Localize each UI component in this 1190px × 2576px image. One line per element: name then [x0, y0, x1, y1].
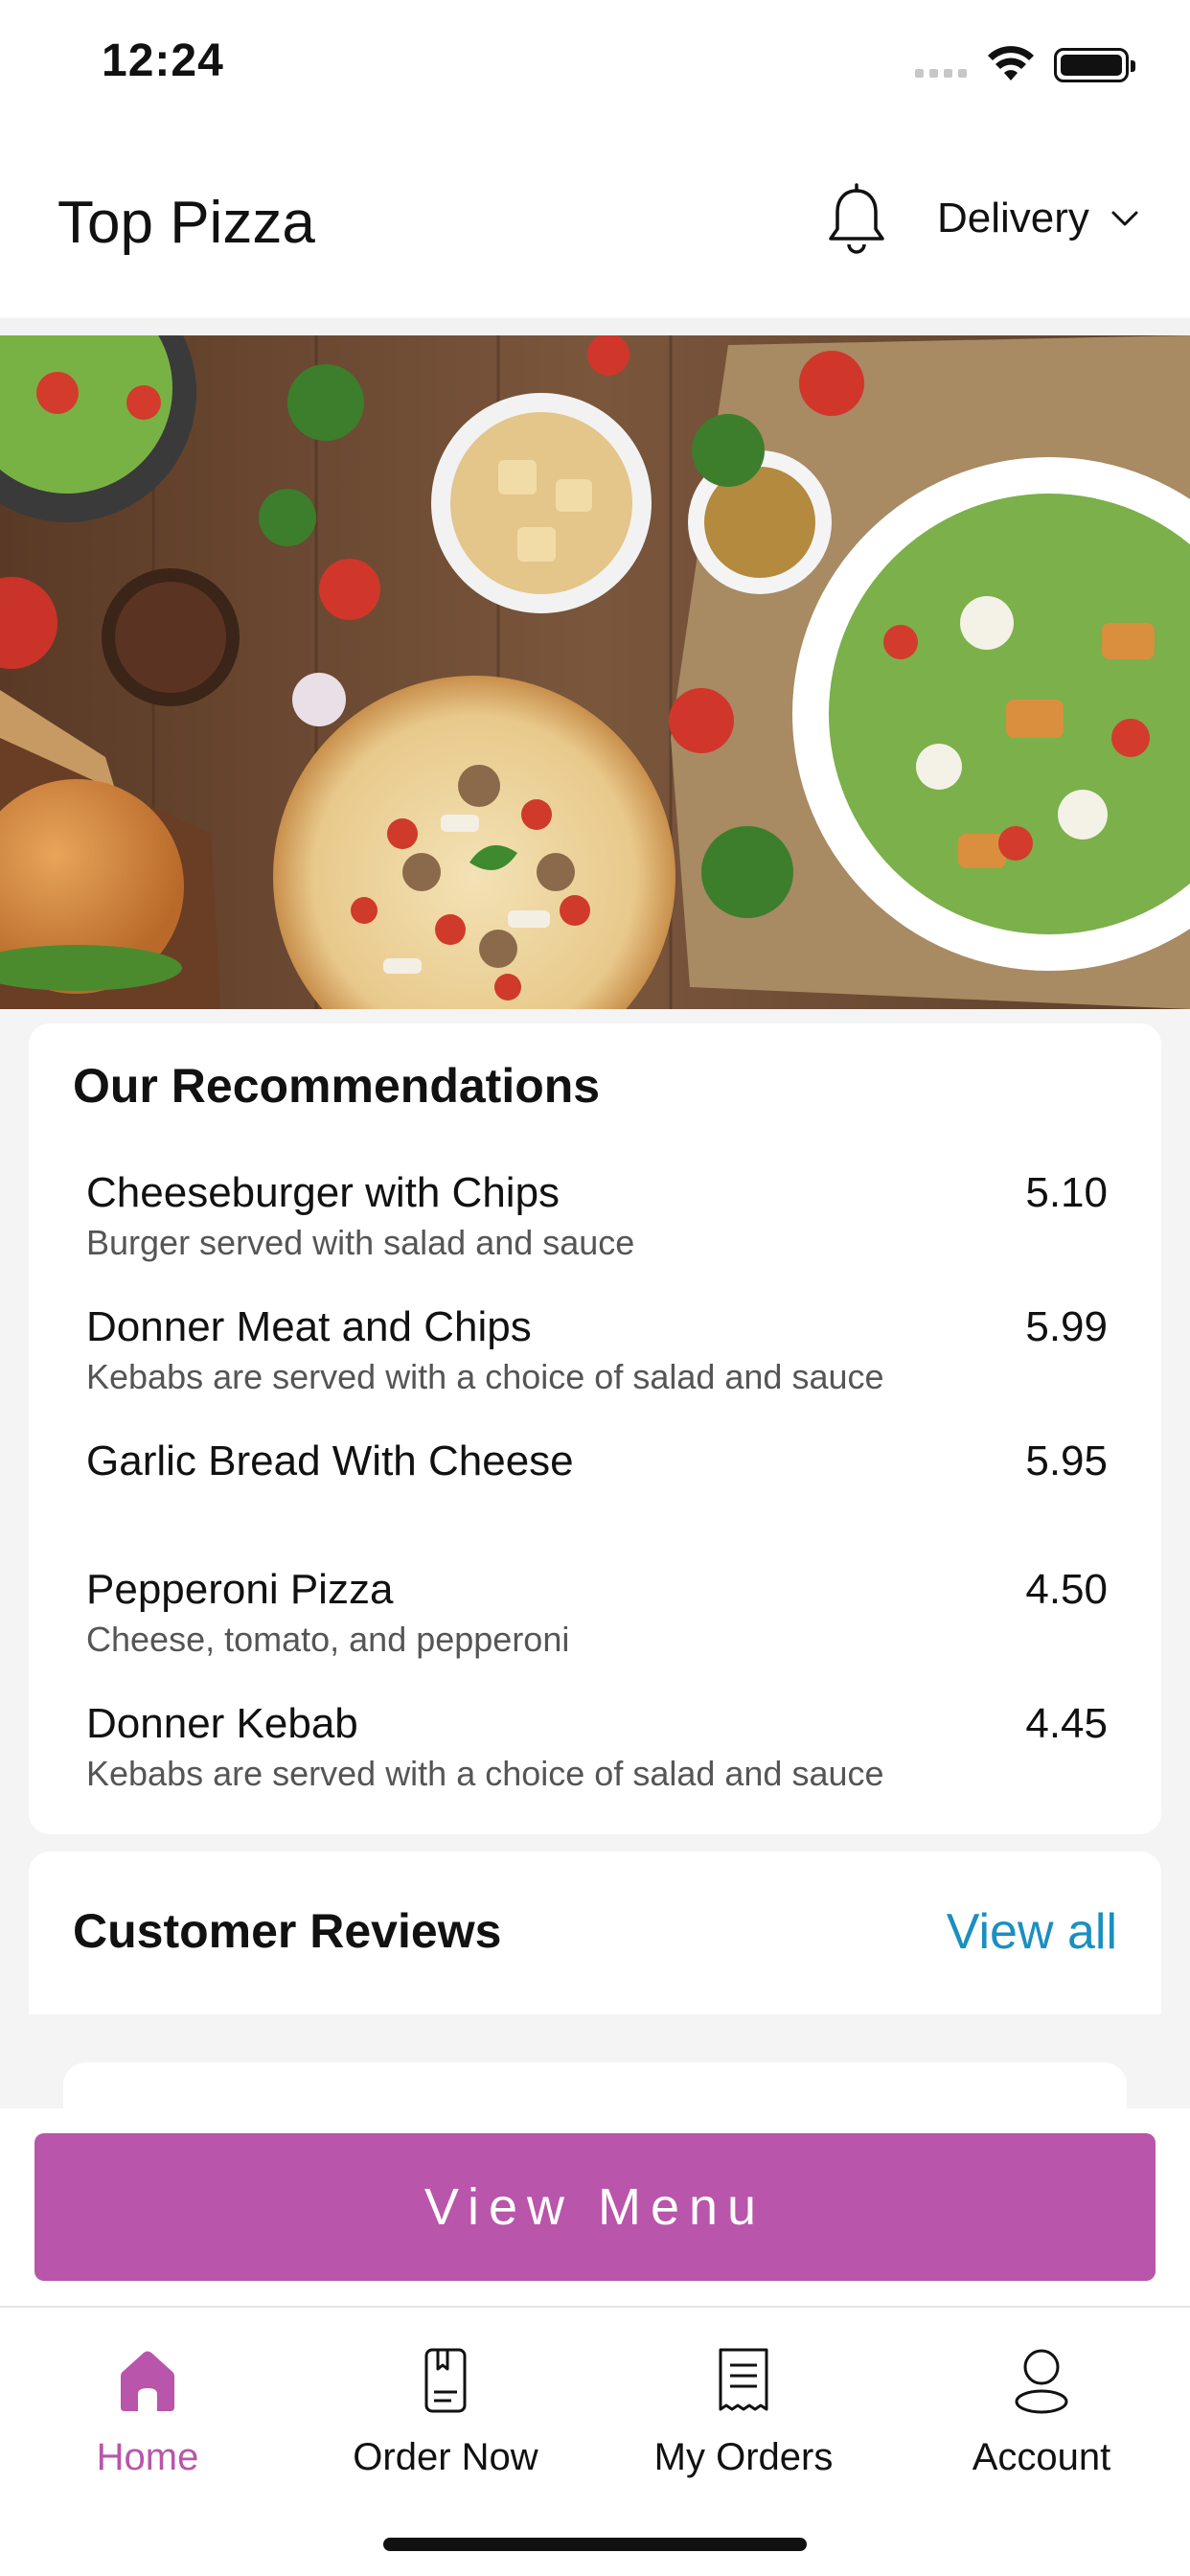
- status-bar: 12:24: [0, 0, 1190, 129]
- item-price: 4.50: [1025, 1566, 1108, 1613]
- app-header: Top Pizza Delivery: [0, 129, 1190, 321]
- cellular-signal-icon: [915, 69, 967, 78]
- tab-home[interactable]: Home: [4, 2346, 291, 2479]
- tab-label: Home: [96, 2436, 199, 2478]
- recommendation-item[interactable]: Donner Kebab Kebabs are served with a ch…: [86, 1700, 1108, 1794]
- item-name: Pepperoni Pizza: [86, 1566, 394, 1613]
- recommendations-title: Our Recommendations: [73, 1059, 601, 1113]
- battery-icon: [1054, 48, 1135, 82]
- delivery-label: Delivery: [937, 195, 1089, 242]
- recommendation-item[interactable]: Garlic Bread With Cheese 5.95: [86, 1438, 1108, 1491]
- item-price: 5.99: [1025, 1303, 1108, 1350]
- order-icon: [424, 2348, 467, 2413]
- item-price: 4.45: [1025, 1700, 1108, 1747]
- home-indicator: [383, 2538, 807, 2551]
- customer-reviews-card: Customer Reviews View all: [29, 1852, 1161, 2014]
- hero-food-image: [0, 335, 1190, 1009]
- tab-label: My Orders: [653, 2436, 834, 2478]
- recommendation-item[interactable]: Pepperoni Pizza Cheese, tomato, and pepp…: [86, 1566, 1108, 1660]
- reviews-title: Customer Reviews: [73, 1904, 502, 1958]
- tab-bar: Home Order Now My Orders Account: [0, 2306, 1190, 2576]
- app-title: Top Pizza: [57, 190, 315, 256]
- item-name: Donner Kebab: [86, 1700, 358, 1747]
- tab-account[interactable]: Account: [898, 2346, 1185, 2479]
- status-time: 12:24: [102, 35, 224, 86]
- tab-my-orders[interactable]: My Orders: [600, 2346, 887, 2479]
- receipt-icon: [719, 2348, 768, 2411]
- tab-label: Order Now: [353, 2436, 538, 2478]
- item-name: Garlic Bread With Cheese: [86, 1438, 574, 1484]
- item-description: Kebabs are served with a choice of salad…: [86, 1357, 884, 1396]
- item-price: 5.95: [1025, 1438, 1108, 1484]
- recommendation-item[interactable]: Cheeseburger with Chips Burger served wi…: [86, 1169, 1108, 1263]
- header-divider: [0, 318, 1190, 335]
- view-all-link[interactable]: View all: [947, 1903, 1117, 1961]
- tab-order-now[interactable]: Order Now: [302, 2346, 589, 2479]
- item-description: Cheese, tomato, and pepperoni: [86, 1620, 570, 1659]
- home-icon: [121, 2351, 174, 2411]
- item-description: Kebabs are served with a choice of salad…: [86, 1754, 884, 1793]
- wifi-icon: [988, 46, 1034, 80]
- recommendations-card: Our Recommendations Cheeseburger with Ch…: [29, 1024, 1161, 1834]
- recommendation-item[interactable]: Donner Meat and Chips Kebabs are served …: [86, 1303, 1108, 1397]
- item-description: Burger served with salad and sauce: [86, 1223, 635, 1262]
- delivery-dropdown[interactable]: Delivery: [937, 195, 1139, 242]
- tab-label: Account: [972, 2436, 1111, 2478]
- account-icon: [1015, 2349, 1068, 2414]
- item-name: Donner Meat and Chips: [86, 1303, 532, 1350]
- bell-icon[interactable]: [824, 183, 889, 258]
- view-menu-button[interactable]: View Menu: [34, 2133, 1156, 2281]
- item-name: Cheeseburger with Chips: [86, 1169, 561, 1216]
- item-price: 5.10: [1025, 1169, 1108, 1216]
- chevron-down-icon: [1111, 211, 1138, 226]
